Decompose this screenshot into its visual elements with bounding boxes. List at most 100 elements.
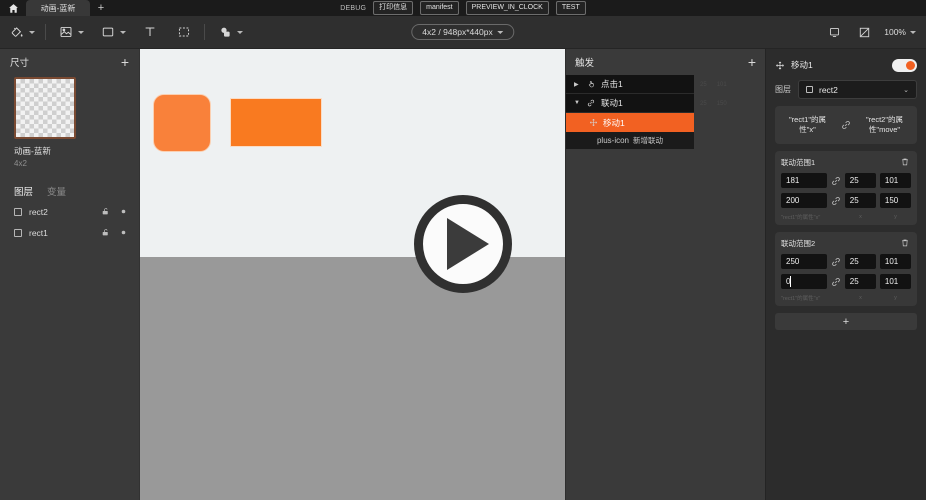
toolbar-divider [45, 24, 46, 40]
link-icon[interactable] [831, 276, 841, 287]
link-range-2-row-2: 0 25 101 [781, 274, 911, 289]
toggle-knob [906, 60, 915, 70]
manifest-button[interactable]: manifest [420, 1, 459, 15]
home-icon[interactable] [0, 0, 26, 16]
tab-layers[interactable]: 图层 [14, 184, 33, 201]
range-footer-x: x [859, 295, 862, 301]
add-link-action-button[interactable]: plus-icon 新增联动 [566, 132, 694, 149]
link-range-2-footer: "rect1"的属性"x" x y [781, 294, 911, 303]
trash-icon[interactable] [900, 238, 911, 249]
range-from-input-focused[interactable]: 0 [781, 274, 827, 289]
range-x-input[interactable]: 25 [844, 274, 876, 289]
toolbar-right-group: 100% [824, 22, 926, 42]
tool-rectangle[interactable] [91, 16, 133, 48]
add-trigger-button[interactable]: + [748, 55, 756, 69]
crop-diagonal-icon[interactable] [854, 22, 874, 42]
tool-image[interactable] [49, 16, 91, 48]
layer-row[interactable]: rect1 [0, 222, 139, 243]
range-y-input[interactable]: 101 [879, 173, 911, 188]
device-preview-icon[interactable] [824, 22, 844, 42]
range-x-input[interactable]: 25 [844, 173, 876, 188]
layer-select[interactable]: rect2 ⌄ [798, 80, 917, 99]
layer-name: rect2 [29, 206, 48, 217]
chevron-down-icon [29, 30, 35, 34]
inspector-panel: 移动1 图层 rect2 ⌄ "rect1"的属性"x" "rect2"的属性"… [765, 49, 926, 500]
layer-checkbox[interactable] [14, 228, 22, 237]
text-icon [140, 22, 160, 42]
range-from-input[interactable]: 250 [781, 254, 827, 269]
layer-name: rect1 [29, 227, 48, 238]
ghost-row: 25 150 [694, 94, 766, 113]
main-toolbar: 4x2 / 948px*440px 100% [0, 16, 926, 49]
range-y-input[interactable]: 101 [879, 254, 911, 269]
trigger-item-label: 点击1 [601, 79, 623, 89]
range-from-input[interactable]: 200 [781, 193, 827, 208]
tool-text[interactable] [133, 16, 167, 48]
canvas-size-label: 4x2 / 948px*440px [422, 27, 493, 37]
range-x-input[interactable]: 25 [844, 193, 876, 208]
canvas-size-selector[interactable]: 4x2 / 948px*440px [411, 24, 515, 40]
link-icon[interactable] [831, 256, 841, 267]
chevron-right-icon[interactable]: ▶ [574, 81, 581, 88]
range-from-input[interactable]: 181 [781, 173, 827, 188]
preview-in-clock-button[interactable]: PREVIEW_IN_CLOCK [465, 1, 549, 15]
trigger-item-move1[interactable]: 移动1 [566, 113, 694, 132]
chevron-down-icon[interactable]: ▼ [574, 100, 581, 106]
size-panel-header: 尺寸 + [0, 49, 139, 75]
test-button[interactable]: TEST [555, 1, 586, 15]
trash-icon[interactable] [900, 157, 911, 168]
chevron-down-icon: ⌄ [903, 86, 909, 94]
zoom-level-selector[interactable]: 100% [884, 27, 916, 37]
trigger-tree: ▶ 点击1 ▼ 联动1 移动1 plus-icon 新增联动 25 101 25… [566, 75, 765, 149]
eye-icon[interactable] [118, 227, 129, 238]
add-tab-button[interactable]: + [90, 0, 112, 16]
tab-variables[interactable]: 变量 [47, 184, 66, 201]
unlock-icon[interactable] [100, 227, 111, 238]
play-button[interactable] [414, 195, 512, 293]
left-panel-tabs: 图层 变量 [0, 168, 139, 201]
chevron-down-icon [78, 30, 84, 34]
inspector-title: 移动1 [791, 60, 813, 70]
document-tab[interactable]: 动画-蓝新 [26, 0, 90, 16]
range-footer-y: y [894, 214, 897, 220]
tool-shapes[interactable] [208, 16, 250, 48]
link-range-2-header: 联动范围2 [781, 238, 911, 249]
range-y-input[interactable]: 101 [879, 274, 911, 289]
add-range-button[interactable]: + [775, 313, 917, 330]
tool-marquee-select[interactable] [167, 16, 201, 48]
range-x-input[interactable]: 25 [844, 254, 876, 269]
trigger-item-label: 移动1 [603, 117, 625, 128]
trigger-item-link1[interactable]: ▼ 联动1 [566, 94, 694, 113]
property-binding-box[interactable]: "rect1"的属性"x" "rect2"的属性"move" [775, 106, 917, 144]
ghost-value: 101 [716, 81, 727, 88]
unlock-icon[interactable] [100, 206, 111, 217]
range-y-input[interactable]: 150 [879, 193, 911, 208]
left-panel: 尺寸 + 动画-蓝新 4x2 图层 变量 rect2 rect1 [0, 49, 140, 500]
layer-select-value: rect2 [819, 84, 838, 95]
canvas-shape-rect1[interactable] [153, 94, 211, 152]
binding-source-label: "rect1"的属性"x" [789, 115, 826, 134]
size-thumbnail[interactable] [14, 77, 76, 139]
trigger-item-click1[interactable]: ▶ 点击1 [566, 75, 694, 94]
layer-row[interactable]: rect2 [0, 201, 139, 222]
app-root: 动画-蓝新 + DEBUG 打印信息 manifest PREVIEW_IN_C… [0, 0, 926, 500]
move-icon [588, 118, 598, 128]
enable-toggle[interactable] [892, 58, 917, 72]
eye-icon[interactable] [118, 206, 129, 217]
canvas-area[interactable] [140, 49, 565, 500]
print-info-button[interactable]: 打印信息 [373, 1, 414, 15]
layer-checkbox[interactable] [14, 207, 22, 216]
link-icon[interactable] [831, 175, 841, 186]
tool-fill-bucket[interactable] [0, 16, 42, 48]
link-range-1-title: 联动范围1 [781, 158, 816, 167]
link-icon[interactable] [831, 195, 841, 206]
chevron-down-icon [120, 30, 126, 34]
size-thumbnail-title: 动画-蓝新 [14, 146, 51, 156]
add-size-button[interactable]: + [121, 55, 129, 69]
chevron-down-icon [910, 30, 916, 34]
toolbar-divider [204, 24, 205, 40]
plus-icon: plus-icon [596, 136, 629, 145]
size-thumbnail-wrap[interactable] [0, 75, 139, 139]
layer-select-checkbox [806, 86, 813, 93]
canvas-shape-rect2[interactable] [230, 98, 322, 147]
